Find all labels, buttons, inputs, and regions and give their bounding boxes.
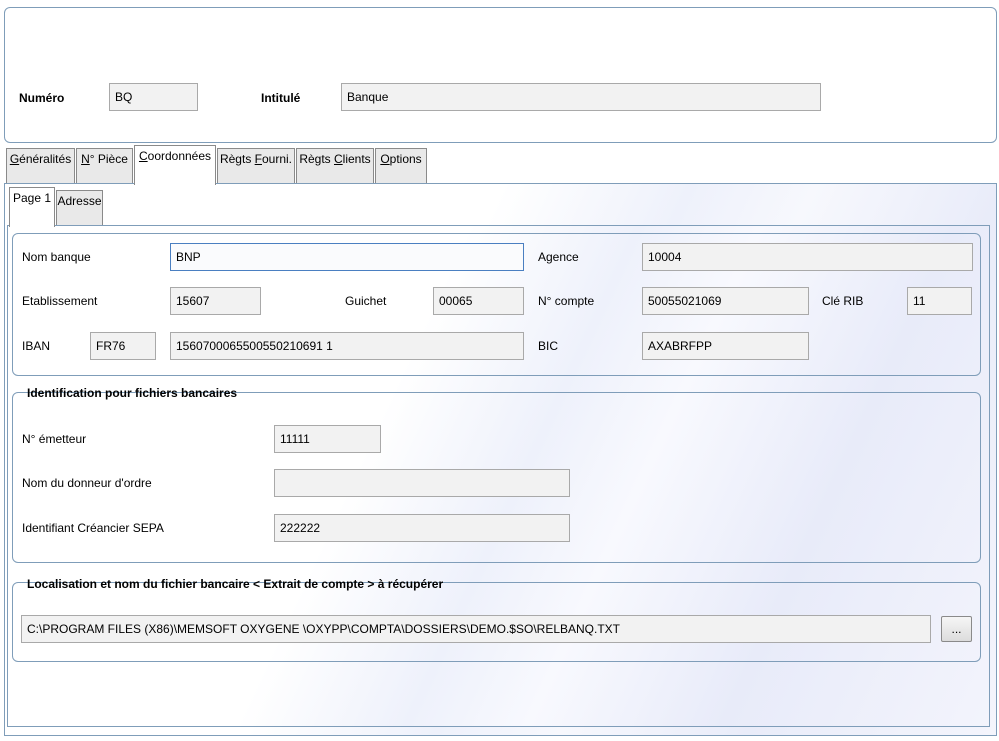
subtab-adresse[interactable]: Adresse bbox=[56, 190, 103, 225]
intitule-field[interactable]: Banque bbox=[341, 83, 821, 111]
iban-label: IBAN bbox=[22, 339, 51, 353]
intitule-label: Intitulé bbox=[261, 91, 301, 105]
file-path-field[interactable]: C:\PROGRAM FILES (X86)\MEMSOFT OXYGENE \… bbox=[21, 615, 931, 643]
donneur-ordre-field[interactable] bbox=[274, 469, 570, 497]
guichet-field[interactable]: 00065 bbox=[433, 287, 524, 315]
agence-field[interactable]: 10004 bbox=[642, 243, 973, 271]
n-compte-field[interactable]: 50055021069 bbox=[642, 287, 809, 315]
donneur-ordre-label: Nom du donneur d'ordre bbox=[22, 476, 152, 490]
iban-prefix-field[interactable]: FR76 bbox=[90, 332, 156, 360]
emetteur-field[interactable]: 11111 bbox=[274, 425, 381, 453]
tab-coordonnees[interactable]: Coordonnées bbox=[134, 145, 216, 185]
browse-button[interactable]: ... bbox=[941, 616, 972, 642]
etablissement-field[interactable]: 15607 bbox=[170, 287, 261, 315]
etablissement-label: Etablissement bbox=[22, 294, 98, 308]
numero-label: Numéro bbox=[19, 91, 65, 105]
tab-options[interactable]: Options bbox=[375, 148, 427, 184]
cle-rib-field[interactable]: 11 bbox=[907, 287, 972, 315]
localisation-group-title: Localisation et nom du fichier bancaire … bbox=[27, 577, 444, 591]
emetteur-label: N° émetteur bbox=[22, 432, 87, 446]
tab-generalites[interactable]: Généralités bbox=[6, 148, 75, 184]
subtab-page-1[interactable]: Page 1 bbox=[9, 187, 55, 227]
tab-regts-fourni[interactable]: Règts Fourni. bbox=[217, 148, 295, 184]
guichet-label: Guichet bbox=[345, 294, 387, 308]
sepa-field[interactable]: 222222 bbox=[274, 514, 570, 542]
identification-group-title: Identification pour fichiers bancaires bbox=[27, 386, 238, 400]
numero-field[interactable]: BQ bbox=[109, 83, 198, 111]
nom-banque-field[interactable]: BNP bbox=[170, 243, 524, 271]
tab-regts-clients[interactable]: Règts Clients bbox=[296, 148, 374, 184]
n-compte-label: N° compte bbox=[538, 294, 595, 308]
bic-field[interactable]: AXABRFPP bbox=[642, 332, 809, 360]
agence-label: Agence bbox=[538, 250, 579, 264]
iban-field[interactable]: 1560700065500550210691 1 bbox=[170, 332, 524, 360]
cle-rib-label: Clé RIB bbox=[822, 294, 864, 308]
header-panel bbox=[4, 7, 997, 143]
sepa-label: Identifiant Créancier SEPA bbox=[22, 521, 164, 535]
tab-n-piece[interactable]: N° Pièce bbox=[76, 148, 133, 184]
nom-banque-label: Nom banque bbox=[22, 250, 91, 264]
bic-label: BIC bbox=[538, 339, 559, 353]
